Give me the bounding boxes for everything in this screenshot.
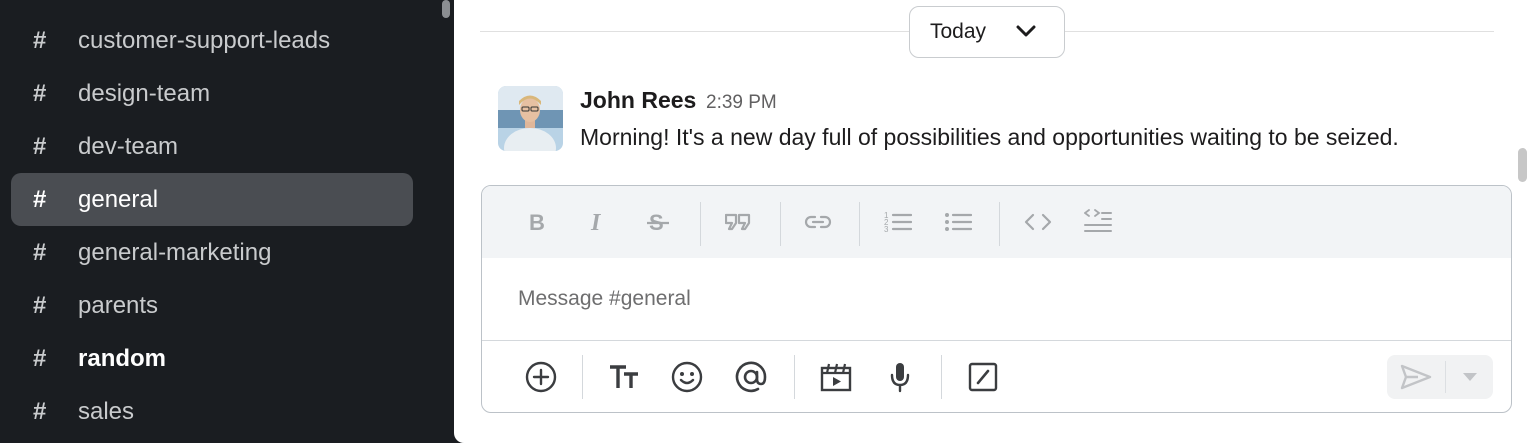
channel-hash-icon: # [33, 238, 47, 266]
message-pane: Today John Rees 2:39 PM Morning! It's a … [454, 0, 1536, 443]
avatar-photo [498, 86, 563, 151]
avatar[interactable] [498, 86, 563, 151]
strikethrough-icon: S [647, 210, 669, 235]
message-input-placeholder: Message #general [518, 287, 691, 310]
ordered-list-icon: 1 2 3 [884, 211, 912, 234]
channel-name: random [78, 344, 167, 372]
bulleted-list-icon [945, 213, 972, 231]
video-clip-button[interactable] [818, 359, 854, 395]
mention-icon [735, 361, 767, 393]
send-button-group [1387, 355, 1493, 399]
formatting-toggle-button[interactable] [606, 359, 642, 395]
link-icon [804, 215, 832, 229]
microphone-icon [890, 363, 910, 393]
video-clip-icon [820, 363, 852, 392]
shortcuts-button[interactable] [965, 359, 1001, 395]
send-icon [1400, 364, 1432, 390]
composer-actions-bar [482, 340, 1511, 412]
quote-button[interactable] [720, 204, 756, 240]
ordered-list-button[interactable]: 1 2 3 [880, 204, 916, 240]
channel-hash-icon: # [33, 79, 47, 107]
link-button[interactable] [800, 204, 836, 240]
sidebar-item-design-team[interactable]: # design-team [11, 67, 413, 120]
channel-name: general [78, 185, 159, 213]
plus-circle-icon [525, 361, 557, 393]
attach-button[interactable] [523, 359, 559, 395]
message-author[interactable]: John Rees [580, 87, 696, 114]
channel-name: dev-team [78, 132, 179, 160]
emoji-icon [671, 361, 703, 393]
bulleted-list-button[interactable] [940, 204, 976, 240]
channel-name: customer-support-leads [78, 26, 331, 54]
quote-icon [725, 213, 751, 231]
sidebar-item-customer-support-leads[interactable]: # customer-support-leads [11, 14, 413, 67]
code-icon [1024, 213, 1052, 231]
channel-hash-icon: # [33, 397, 47, 425]
italic-icon: I [590, 210, 602, 234]
sidebar: # customer-support-leads # design-team #… [0, 0, 454, 443]
sidebar-item-dev-team[interactable]: # dev-team [11, 120, 413, 173]
channel-hash-icon: # [33, 132, 47, 160]
channel-name: general-marketing [78, 238, 272, 266]
sidebar-scrollbar[interactable] [442, 0, 450, 18]
send-button[interactable] [1387, 355, 1445, 399]
bold-icon: B [529, 210, 545, 234]
svg-text:I: I [590, 210, 602, 234]
sidebar-item-random[interactable]: # random [11, 332, 413, 385]
channel-hash-icon: # [33, 185, 47, 213]
chevron-down-icon [1016, 25, 1036, 37]
slash-command-icon [968, 362, 998, 392]
mention-button[interactable] [733, 359, 769, 395]
svg-text:B: B [529, 210, 545, 234]
channel-name: design-team [78, 79, 211, 107]
send-options-button[interactable] [1447, 355, 1493, 399]
text-format-icon [610, 365, 638, 388]
channel-hash-icon: # [33, 291, 47, 319]
date-divider-button[interactable]: Today [909, 6, 1065, 58]
bold-button[interactable]: B [520, 204, 556, 240]
code-block-button[interactable] [1080, 204, 1116, 240]
formatting-toolbar: B I S 1 2 3 [482, 186, 1511, 258]
message-input[interactable]: Message #general [482, 258, 1511, 340]
channel-hash-icon: # [33, 26, 47, 54]
sidebar-item-sales[interactable]: # sales [11, 385, 413, 438]
svg-text:3: 3 [884, 225, 889, 234]
sidebar-item-general[interactable]: # general [11, 173, 413, 226]
message-timestamp[interactable]: 2:39 PM [706, 92, 777, 114]
message-composer: B I S 1 2 3 Message #general [481, 185, 1512, 413]
sidebar-item-parents[interactable]: # parents [11, 279, 413, 332]
message-text: Morning! It's a new day full of possibil… [580, 124, 1399, 150]
channel-hash-icon: # [33, 344, 47, 372]
caret-down-icon [1463, 373, 1477, 381]
channel-name: parents [78, 291, 159, 319]
channel-name: sales [78, 397, 135, 425]
audio-clip-button[interactable] [882, 359, 918, 395]
code-block-icon [1084, 209, 1112, 232]
message-pane-scrollbar[interactable] [1518, 148, 1527, 182]
date-divider-label: Today [930, 20, 987, 43]
sidebar-item-general-marketing[interactable]: # general-marketing [11, 226, 413, 279]
code-button[interactable] [1020, 204, 1056, 240]
strikethrough-button[interactable]: S [640, 204, 676, 240]
emoji-button[interactable] [669, 359, 705, 395]
italic-button[interactable]: I [580, 204, 616, 240]
